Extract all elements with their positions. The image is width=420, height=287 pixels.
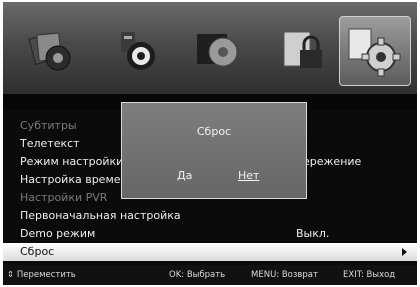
tab-setup[interactable]: [339, 16, 411, 86]
menu-item-label: Первоначальная настройка: [20, 209, 181, 222]
menu-item-value: ережение: [303, 155, 362, 168]
tv-screen: Субтитры Телетекст Режим настройки ереже…: [3, 2, 417, 285]
menu-item-label: Настройки PVR: [20, 191, 108, 204]
menu-item-reset[interactable]: Сброс: [3, 243, 417, 261]
menu-item-label: Субтитры: [20, 119, 77, 132]
picture-icon: [28, 32, 71, 71]
help-bar: ⇕ Переместить OK: Выбрать MENU: Возврат …: [3, 265, 417, 285]
sound-icon: [121, 32, 155, 70]
menu-item-label: Demo режим: [20, 227, 96, 240]
reset-confirm-dialog: Сброс Да Нет: [121, 102, 307, 199]
channel-icon: [197, 34, 238, 67]
no-button[interactable]: Нет: [238, 169, 259, 182]
menu-item-label: Режим настройки: [20, 155, 124, 168]
hint-move: ⇕ Переместить: [7, 270, 76, 280]
menu-item-label: Телетекст: [20, 137, 80, 150]
hint-exit: EXIT: Выход: [343, 270, 396, 280]
settings-gear-icon: [348, 28, 401, 77]
menu-item-label: Настройка времени: [20, 173, 135, 186]
tab-lock[interactable]: [273, 18, 331, 82]
tab-picture[interactable]: [23, 18, 81, 82]
lock-icon: [283, 31, 322, 68]
menu-item-first-time-setup[interactable]: Первоначальная настройка: [3, 207, 417, 225]
hint-menu: MENU: Возврат: [251, 270, 318, 280]
tab-sound[interactable]: [108, 18, 166, 82]
dialog-title: Сброс: [196, 125, 232, 138]
chevron-right-icon: [402, 248, 407, 256]
hint-ok: OK: Выбрать: [169, 270, 226, 280]
yes-button[interactable]: Да: [177, 169, 192, 182]
menu-item-demo-mode[interactable]: Demo режим Выкл.: [3, 225, 417, 243]
menu-tab-bar: [3, 2, 417, 94]
tab-channel[interactable]: [188, 18, 246, 82]
menu-item-label: Сброс: [20, 245, 55, 258]
menu-item-value: Выкл.: [296, 227, 330, 240]
